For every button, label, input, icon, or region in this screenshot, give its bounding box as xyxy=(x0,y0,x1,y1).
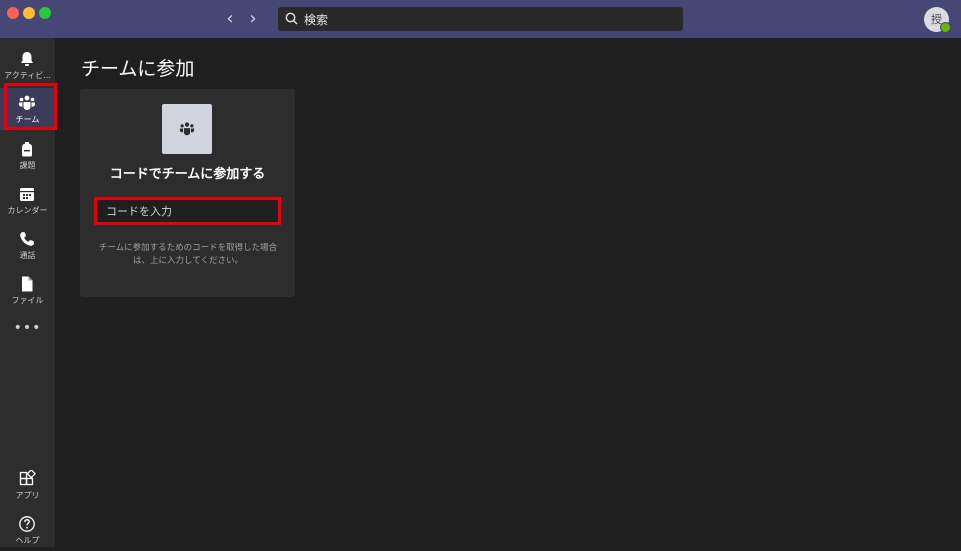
calendar-icon xyxy=(20,188,34,201)
sidebar-item-label: ヘルプ xyxy=(15,536,40,545)
bell-icon xyxy=(21,52,33,66)
sidebar-item-label: カレンダー xyxy=(7,206,48,215)
title-bar: ‹ › 検索 授 xyxy=(0,0,961,38)
teams-icon xyxy=(179,122,195,136)
join-with-code-card: コードでチームに参加する チームに参加するためのコードを取得した場合は、上に入力… xyxy=(80,89,295,297)
help-icon xyxy=(19,516,35,532)
file-icon xyxy=(22,276,33,292)
sidebar-item-calls[interactable]: 通話 xyxy=(0,224,55,266)
sidebar-item-label: 課題 xyxy=(19,161,36,170)
card-heading: コードでチームに参加する xyxy=(109,167,266,182)
sidebar-item-label: アクティビ... xyxy=(4,71,51,80)
page-title: チームに参加 xyxy=(81,58,195,80)
app-bar: アクティビ... チーム 課題 カレンダー 通話 ファイル ••• アプリ ヘル… xyxy=(0,38,57,547)
sidebar-item-assignments[interactable]: 課題 xyxy=(0,134,55,176)
code-input[interactable] xyxy=(94,197,281,225)
sidebar-item-label: ファイル xyxy=(11,296,44,305)
apps-icon xyxy=(19,470,36,486)
sidebar-item-help[interactable]: ヘルプ xyxy=(0,509,55,551)
sidebar-item-apps[interactable]: アプリ xyxy=(0,464,55,506)
more-apps-button[interactable]: ••• xyxy=(0,320,55,336)
phone-icon xyxy=(20,232,34,246)
backpack-icon xyxy=(22,142,32,157)
search-icon xyxy=(285,12,298,25)
sidebar-item-activity[interactable]: アクティビ... xyxy=(0,44,55,86)
sidebar-item-label: 通話 xyxy=(19,251,36,260)
chevron-right-icon[interactable]: › xyxy=(244,9,262,29)
help-text: チームに参加するためのコードを取得した場合は、上に入力してください。 xyxy=(98,243,278,266)
zoom-window-button[interactable] xyxy=(39,7,51,19)
presence-available-icon xyxy=(940,22,951,33)
sidebar-item-calendar[interactable]: カレンダー xyxy=(0,179,55,221)
highlight-box xyxy=(4,83,57,130)
chevron-left-icon[interactable]: ‹ xyxy=(221,9,239,29)
sidebar-item-label: アプリ xyxy=(15,491,40,500)
search-input[interactable]: 検索 xyxy=(304,11,328,28)
team-avatar xyxy=(162,104,212,154)
minimize-window-button[interactable] xyxy=(23,7,35,19)
close-window-button[interactable] xyxy=(7,7,19,19)
search-box[interactable]: 検索 xyxy=(278,7,683,31)
sidebar-item-files[interactable]: ファイル xyxy=(0,269,55,311)
